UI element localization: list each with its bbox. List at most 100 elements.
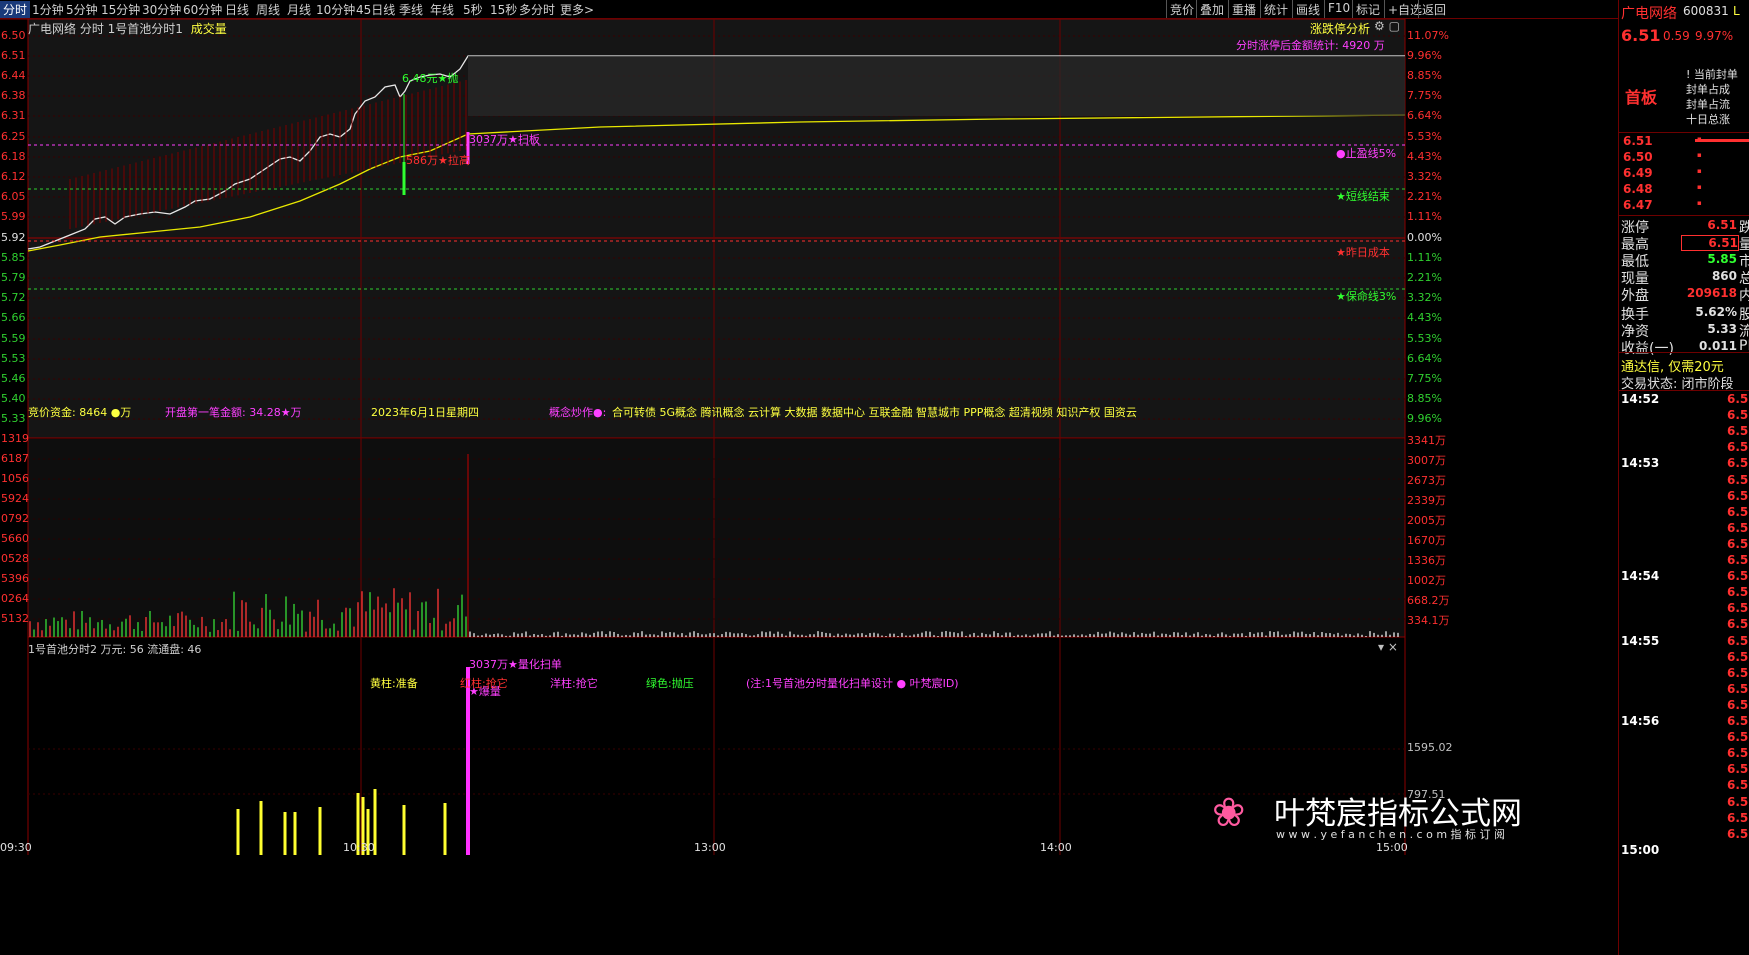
limit-analysis-link[interactable]: 涨跌停分析	[1310, 20, 1370, 37]
price-axis-label: 6.05	[1, 190, 26, 203]
stats-divider	[1619, 352, 1749, 353]
tick-time: 14:54	[1621, 569, 1660, 584]
price-axis-label: 5.66	[1, 311, 26, 324]
toolbar-button[interactable]: 统计	[1264, 1, 1288, 18]
toolbar-button[interactable]: 竞价	[1170, 1, 1194, 18]
tick-price: 6.51	[1727, 504, 1749, 519]
yesterday-cost-label: ★昨日成本	[1336, 246, 1390, 259]
period-tab[interactable]: 30分钟	[142, 1, 181, 18]
tick-price: 6.51	[1727, 633, 1749, 648]
pct-axis-label: 6.64%	[1407, 352, 1442, 365]
volume-axis-right-label: 2339万	[1407, 494, 1446, 507]
period-tab[interactable]: 多分时	[519, 1, 555, 18]
volume-axis-right-label: 334.1万	[1407, 614, 1450, 627]
chart-title: 广电网络 分时 1号首池分时1	[28, 22, 183, 36]
price-pct: 9.97%	[1695, 29, 1734, 43]
tick-price: 6.51	[1727, 520, 1749, 535]
top-divider	[1619, 132, 1749, 133]
toolbar-separator	[1292, 0, 1293, 18]
toolbar-button[interactable]: 标记	[1356, 1, 1380, 18]
period-tab[interactable]: 季线	[399, 1, 423, 18]
period-tab[interactable]: 5分钟	[66, 1, 98, 18]
seal-info-label: 封单占流	[1686, 98, 1730, 111]
order-book-price: 6.49	[1623, 166, 1653, 180]
toolbar-separator	[1384, 0, 1385, 18]
concept-list: 合可转债 5G概念 腾讯概念 云计算 大数据 数据中心 互联金融 智慧城市 PP…	[612, 406, 1137, 419]
tick-price: 6.51	[1727, 392, 1749, 406]
mid-divider	[1619, 215, 1749, 216]
period-tab[interactable]: 月线	[287, 1, 311, 18]
price-axis-label: 6.25	[1, 130, 26, 143]
pct-axis-label: 6.64%	[1407, 109, 1442, 122]
toolbar-button[interactable]: 画线	[1296, 1, 1320, 18]
peak-label: 6.48元★抛	[402, 72, 459, 85]
stop-loss-label: ★保命线3%	[1336, 290, 1397, 303]
toolbar-separator	[1418, 0, 1419, 18]
tick-price: 6.51	[1727, 569, 1749, 584]
order-tick: ▪	[1697, 135, 1702, 143]
legend-red: 红柱:抢它	[460, 677, 508, 690]
pct-axis-label: 9.96%	[1407, 49, 1442, 62]
price-axis-label: 5.99	[1, 210, 26, 223]
toolbar-button[interactable]: F10	[1328, 1, 1350, 15]
order-book-price: 6.47	[1623, 198, 1653, 212]
period-tab[interactable]: 10分钟	[316, 1, 355, 18]
tick-price: 6.51	[1727, 730, 1749, 745]
seal-info-label: ! 当前封单	[1686, 68, 1738, 81]
price-axis-label: 5.33	[1, 412, 26, 425]
period-tab[interactable]: 1分钟	[32, 1, 64, 18]
stock-name: 广电网络	[1621, 6, 1677, 22]
stat-suffix: 内	[1739, 288, 1749, 304]
volume-axis-right-label: 2005万	[1407, 514, 1446, 527]
toolbar-button[interactable]: +自选	[1388, 1, 1422, 18]
lotus-logo-icon: ❀	[1212, 790, 1246, 836]
price-axis-label: 6.18	[1, 150, 26, 163]
stat-value: 6.51	[1681, 235, 1739, 251]
toolbar-button[interactable]: 返回	[1422, 1, 1446, 18]
stock-code: 600831	[1683, 4, 1729, 18]
price-axis-label: 5.72	[1, 291, 26, 304]
price-axis-label: 5.46	[1, 372, 26, 385]
close-icon[interactable]: ▾ ×	[1378, 640, 1398, 654]
short-end-label: ★短线结束	[1336, 190, 1390, 203]
period-tab[interactable]: 分时	[0, 1, 31, 18]
toolbar-separator	[1196, 0, 1197, 18]
period-tab[interactable]: 日线	[225, 1, 249, 18]
volume-axis-label: 1319	[1, 432, 29, 445]
price-axis-label: 5.79	[1, 271, 26, 284]
sub-panel-header: 1号首池分时2 万元: 56 流通盘: 46	[28, 643, 202, 656]
volume-axis-right-label: 668.2万	[1407, 594, 1450, 607]
toolbar-button[interactable]: 重播	[1232, 1, 1256, 18]
period-tab[interactable]: 60分钟	[183, 1, 222, 18]
toolbar-separator	[1324, 0, 1325, 18]
chart-header: 广电网络 分时 1号首池分时1 成交量	[28, 20, 227, 37]
tick-price: 6.51	[1727, 681, 1749, 696]
tick-price: 6.51	[1727, 778, 1749, 793]
period-tab[interactable]: 15分钟	[101, 1, 140, 18]
toolbar-separator	[1260, 0, 1261, 18]
pct-axis-label: 5.53%	[1407, 130, 1442, 143]
volume-axis-label: 5132	[1, 612, 29, 625]
tick-price: 6.51	[1727, 536, 1749, 551]
period-tab[interactable]: 5秒	[463, 1, 483, 18]
tick-time: 14:55	[1621, 633, 1660, 648]
price-axis-label: 6.51	[1, 49, 26, 62]
pct-axis-label: 3.32%	[1407, 170, 1442, 183]
price-axis-label: 6.38	[1, 89, 26, 102]
period-tab[interactable]: 15秒	[490, 1, 517, 18]
period-tab[interactable]: 年线	[430, 1, 454, 18]
period-tab[interactable]: 45日线	[356, 1, 395, 18]
period-tab[interactable]: 更多>	[560, 1, 594, 18]
time-axis-label: 14:00	[1040, 841, 1072, 854]
settings-icon[interactable]: ⚙ ▢	[1374, 19, 1400, 33]
pct-axis-label: 2.21%	[1407, 271, 1442, 284]
intraday-chart-svg[interactable]	[0, 19, 1567, 855]
tick-price: 6.51	[1727, 810, 1749, 825]
period-tab[interactable]: 周线	[256, 1, 280, 18]
volume-axis-label: 6187	[1, 452, 29, 465]
volume-axis-right-label: 3007万	[1407, 454, 1446, 467]
stat-value: 209618	[1686, 286, 1737, 300]
time-axis-label: 10:30	[343, 841, 375, 854]
toolbar-button[interactable]: 叠加	[1200, 1, 1224, 18]
price-axis-label: 6.50	[1, 29, 26, 42]
